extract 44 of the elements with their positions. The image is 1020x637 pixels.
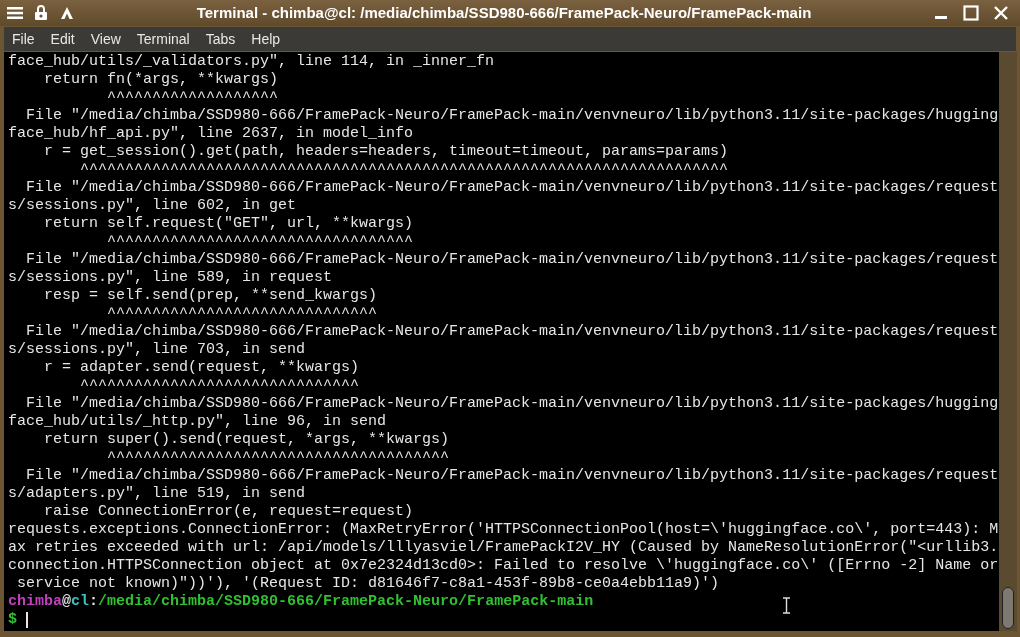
text-cursor bbox=[26, 612, 28, 628]
menu-item[interactable]: Help bbox=[243, 28, 289, 50]
terminal-line: resp = self.send(prep, **send_kwargs) bbox=[43, 287, 379, 305]
maximize-icon[interactable] bbox=[960, 2, 982, 24]
terminal-line: ^^^^^^^^^^^^^^^^^^^^^^^^^^^^^^^ bbox=[79, 377, 361, 395]
terminal-line: s/adapters.py", line 519, in send bbox=[8, 485, 307, 503]
terminal-line: s/sessions.py", line 589, in request bbox=[8, 269, 334, 287]
terminal-line: File "/media/chimba/SSD980-666/FramePack-Neuro/FramePack-main/venvneuro/lib/python3.11/site-packages/request bbox=[25, 467, 999, 485]
terminal-line: s/sessions.py", line 602, in get bbox=[8, 197, 298, 215]
menu-item[interactable]: Edit bbox=[42, 28, 83, 50]
terminal-line: return fn(*args, **kwargs) bbox=[43, 71, 280, 89]
terminal-line: raise ConnectionError(e, request=request) bbox=[43, 503, 415, 521]
terminal-line: requests.exceptions.ConnectionError: (MaxRetryError('HTTPSConnectionPool(host=\'huggingface.co\', port=443): M bbox=[8, 521, 999, 539]
terminal-line: File "/media/chimba/SSD980-666/FramePack-Neuro/FramePack-main/venvneuro/lib/python3.11/site-packages/request bbox=[25, 251, 999, 269]
terminal-line: s/sessions.py", line 703, in send bbox=[8, 341, 307, 359]
scrollbar[interactable] bbox=[999, 52, 1017, 631]
terminal-line: return super().send(request, *args, **kwargs) bbox=[43, 431, 451, 449]
scrollbar-thumb[interactable] bbox=[1002, 587, 1014, 629]
terminal-line: File "/media/chimba/SSD980-666/FramePack-Neuro/FramePack-main/venvneuro/lib/python3.11/site-packages/hugging bbox=[25, 107, 999, 125]
menu-item[interactable]: Terminal bbox=[128, 28, 198, 50]
terminal-line: face_hub/utils/_http.py", line 96, in send bbox=[8, 413, 388, 431]
terminal-line: face_hub/hf_api.py", line 2637, in model_info bbox=[8, 125, 415, 143]
terminal-line: File "/media/chimba/SSD980-666/FramePack-Neuro/FramePack-main/venvneuro/lib/python3.11/site-packages/request bbox=[25, 179, 999, 197]
terminal-line: service not known)"))'), '(Request ID: d81646f7-c8a1-453f-89b8-ce0a4ebb11a9)') bbox=[16, 575, 721, 593]
terminal-line: File "/media/chimba/SSD980-666/FramePack-Neuro/FramePack-main/venvneuro/lib/python3.11/site-packages/hugging bbox=[25, 395, 999, 413]
terminal-line: return self.request("GET", url, **kwargs) bbox=[43, 215, 415, 233]
terminal-line: face_hub/utils/_validators.py", line 114, in _inner_fn bbox=[8, 53, 496, 71]
prompt-line: chimba@cl:/media/chimba/SSD980-666/FramePack-Neuro/FramePack-main bbox=[8, 593, 594, 610]
terminal-line: ^^^^^^^^^^^^^^^^^^^^^^^^^^^^^^ bbox=[106, 305, 379, 323]
terminal-line: r = adapter.send(request, **kwargs) bbox=[43, 359, 361, 377]
terminal-line: ^^^^^^^^^^^^^^^^^^^^^^^^^^^^^^^^^^ bbox=[106, 233, 415, 251]
prompt-symbol: $ bbox=[8, 611, 17, 629]
terminal-line: ax retries exceeded with url: /api/models/lllyasviel/FramePackI2V_HY (Caused by NameResolutionError("<urllib3. bbox=[8, 539, 999, 557]
terminal-line: connection.HTTPSConnection object at 0x7e2324d13cd0>: Failed to resolve \'huggingface.co\' ([Errno -2] Name or bbox=[8, 557, 999, 575]
terminal-line: File "/media/chimba/SSD980-666/FramePack-Neuro/FramePack-main/venvneuro/lib/python3.11/site-packages/request bbox=[25, 323, 999, 341]
menu-item[interactable]: Tabs bbox=[197, 28, 244, 50]
menu-item[interactable]: View bbox=[82, 28, 129, 50]
text-cursor-icon bbox=[782, 597, 791, 614]
terminal-line: r = get_session().get(path, headers=headers, timeout=timeout, params=params) bbox=[43, 143, 730, 161]
terminal-line: ^^^^^^^^^^^^^^^^^^^ bbox=[106, 89, 280, 107]
window-title: Terminal - chimba@cl: /media/chimba/SSD980-666/FramePack-Neuro/FramePack-main bbox=[196, 4, 812, 21]
terminal-line: ^^^^^^^^^^^^^^^^^^^^^^^^^^^^^^^^^^^^^^^^^^^^^^^^^^^^^^^^^^^^^^^^^^^^^^^^ bbox=[79, 161, 730, 179]
menu-item[interactable]: File bbox=[4, 28, 43, 50]
terminal-line: ^^^^^^^^^^^^^^^^^^^^^^^^^^^^^^^^^^^^^^ bbox=[106, 449, 451, 467]
